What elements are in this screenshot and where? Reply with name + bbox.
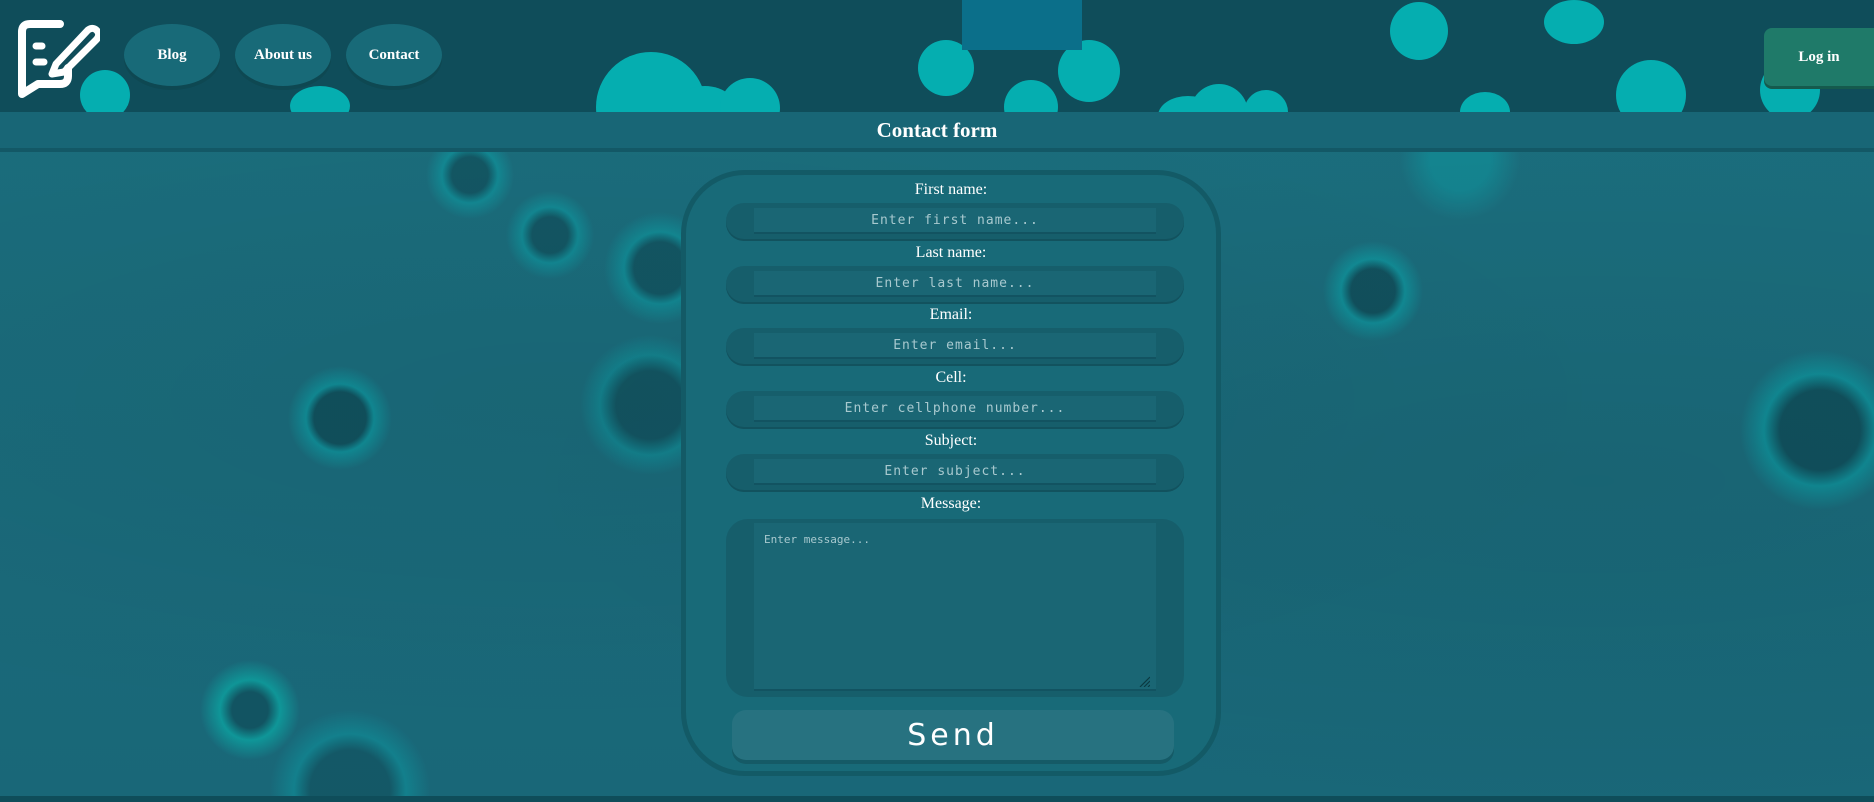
message-textarea[interactable]	[754, 523, 1156, 691]
login-label: Log in	[1798, 48, 1840, 65]
message-well	[726, 519, 1184, 697]
background-rectangle	[962, 0, 1082, 50]
first-name-label: First name:	[914, 181, 988, 198]
subject-input[interactable]	[754, 459, 1156, 485]
nav-about-label: About us	[254, 46, 312, 63]
send-button[interactable]: Send	[732, 710, 1174, 760]
nav-about-button[interactable]: About us	[235, 24, 331, 86]
nav-blog-label: Blog	[157, 46, 187, 63]
background-bubble	[1244, 90, 1288, 112]
email-label: Email:	[929, 306, 973, 323]
login-button[interactable]: Log in	[1764, 28, 1874, 86]
last-name-well	[726, 266, 1184, 304]
contact-form: First name: Last name: Email: Cell: Subj…	[681, 170, 1221, 776]
last-name-label: Last name:	[915, 244, 987, 261]
edit-note-icon[interactable]	[8, 12, 100, 100]
nav-contact-label: Contact	[368, 46, 420, 63]
background-bubble	[1460, 92, 1510, 112]
first-name-input[interactable]	[754, 208, 1156, 234]
last-name-input[interactable]	[754, 271, 1156, 297]
background-bubble	[1544, 0, 1604, 44]
background-bubble	[290, 86, 350, 112]
nav-contact-button[interactable]: Contact	[346, 24, 442, 86]
background-bubble	[1004, 80, 1058, 112]
background-bubble	[1390, 2, 1448, 60]
resize-grip-icon[interactable]	[1138, 675, 1150, 687]
header: Blog About us Contact Log in	[0, 0, 1874, 112]
cell-label: Cell:	[935, 369, 967, 386]
nav-blog-button[interactable]: Blog	[124, 24, 220, 86]
background-bubble	[720, 78, 780, 112]
cell-well	[726, 391, 1184, 429]
background-bubble	[1616, 60, 1686, 112]
first-name-well	[726, 203, 1184, 241]
send-label: Send	[907, 717, 999, 753]
message-label: Message:	[920, 495, 982, 512]
subject-well	[726, 454, 1184, 492]
email-input[interactable]	[754, 333, 1156, 359]
bottom-strip	[0, 796, 1874, 802]
page-title: Contact form	[876, 117, 998, 142]
subject-label: Subject:	[924, 432, 978, 449]
email-well	[726, 328, 1184, 366]
page-title-bar: Contact form	[0, 112, 1874, 152]
cell-input[interactable]	[754, 396, 1156, 422]
